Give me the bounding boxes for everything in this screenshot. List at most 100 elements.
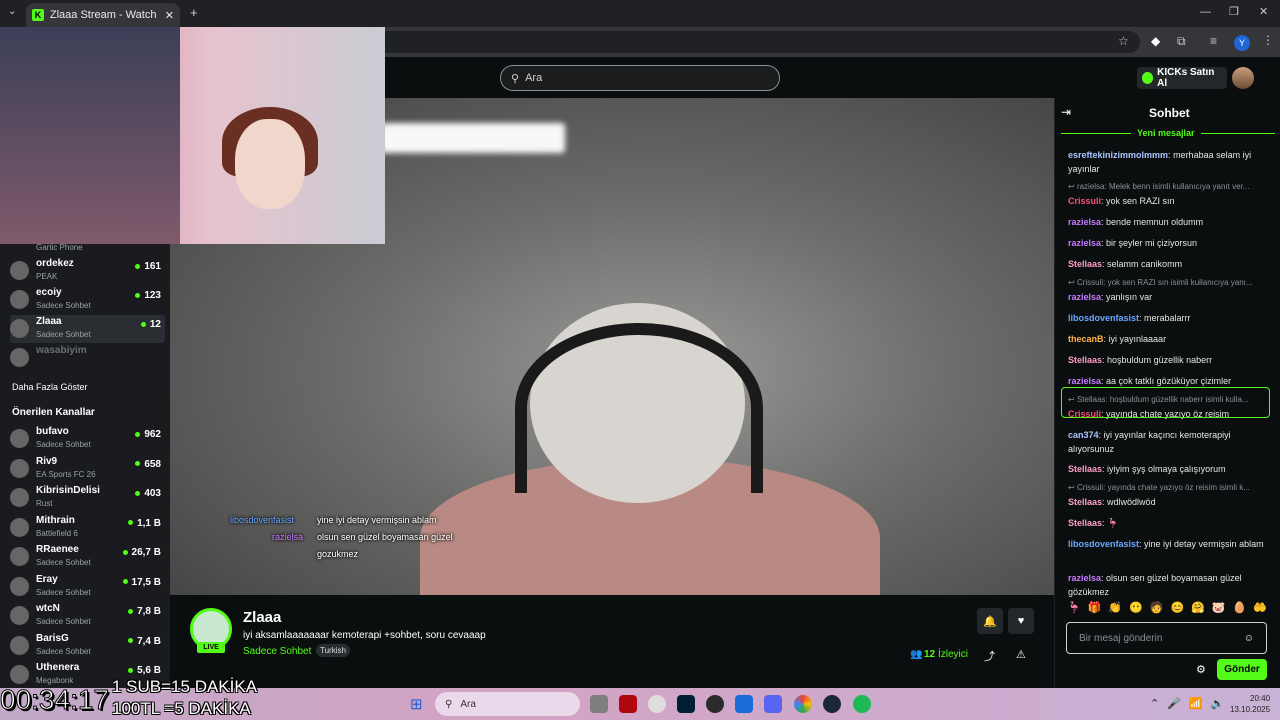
chat-username[interactable]: Stellaas xyxy=(1068,518,1102,528)
chat-message[interactable]: Crissuli: yayında chate yazıyo öz reisim xyxy=(1068,407,1273,421)
chat-username[interactable]: esreftekinizimmolmmm xyxy=(1068,150,1168,160)
chat-username[interactable]: Stellaas xyxy=(1068,259,1102,269)
chat-message[interactable]: razielsa: bende memnun oldumm xyxy=(1068,215,1273,229)
stream-category[interactable]: Sadece Sohbet xyxy=(243,646,311,657)
chat-username[interactable]: Stellaas xyxy=(1068,355,1102,365)
channel-kibrisindelisi[interactable]: KibrisinDelisi Rust 403 xyxy=(10,484,165,512)
emoji-picker-icon[interactable]: ☺ xyxy=(1244,633,1254,644)
channel-zlaaa[interactable]: Zlaaa Sadece Sohbet 12 xyxy=(10,315,165,343)
chat-username[interactable]: razielsa xyxy=(1068,376,1101,386)
channel-wtcn[interactable]: wtcN Sadece Sohbet 7,8 B xyxy=(10,602,165,630)
sub-rate-text: 1 SUB=15 DAKİKA xyxy=(112,677,258,696)
tab-close-icon[interactable]: ✕ xyxy=(165,9,174,22)
notification-bell-button[interactable]: 🔔 xyxy=(977,608,1003,634)
share-icon[interactable]: ⤴ xyxy=(984,648,995,664)
chat-settings-icon[interactable]: ⚙ xyxy=(1196,663,1206,676)
send-button[interactable]: Gönder xyxy=(1217,659,1267,680)
chat-message[interactable]: Stellaas: hoşbuldum güzellik naberr xyxy=(1068,353,1273,367)
chat-username[interactable]: Crissuli xyxy=(1068,409,1101,419)
chat-username[interactable]: Stellaas xyxy=(1068,497,1102,507)
chat-message[interactable]: razielsa: olsun sen güzel boyamasan güze… xyxy=(1068,571,1273,599)
chat-reply-context[interactable]: ↩ Crissuli: yok sen RAZI sın isimli kull… xyxy=(1068,278,1273,287)
chrome-app-icon[interactable] xyxy=(794,695,812,713)
chat-message[interactable]: Stellaas: wdlwödlwöd xyxy=(1068,495,1273,509)
channel-wasabiyim[interactable]: wasabiyim xyxy=(10,344,165,372)
media-icon[interactable]: ≡ xyxy=(1210,34,1217,48)
channel-mithrain[interactable]: Mithrain Battlefield 6 1,1 B xyxy=(10,514,165,542)
bookmark-star-icon[interactable]: ☆ xyxy=(1118,34,1129,48)
chat-message[interactable]: razielsa: bir şeyler mi çiziyorsun xyxy=(1068,236,1273,250)
user-avatar[interactable] xyxy=(1232,67,1254,89)
profile-avatar[interactable]: Y xyxy=(1234,35,1250,51)
channel-eray[interactable]: Eray Sadece Sohbet 17,5 B xyxy=(10,573,165,601)
chat-username[interactable]: can374 xyxy=(1068,430,1099,440)
chat-message[interactable]: libosdovenfasist: yine iyi detay vermişs… xyxy=(1068,537,1273,551)
settings-app-icon[interactable] xyxy=(648,695,666,713)
start-button-icon[interactable]: ⊞ xyxy=(410,695,423,713)
taskbar-search[interactable]: ⚲ Ara xyxy=(435,692,580,716)
taskbar-date[interactable]: 13.10.2025 xyxy=(1230,705,1270,714)
address-bar[interactable] xyxy=(300,31,1140,53)
chat-message[interactable]: Crissuli: yok sen RAZI sın xyxy=(1068,194,1273,208)
chat-text: bir şeyler mi çiziyorsun xyxy=(1106,238,1198,248)
browser-tab[interactable]: K Zlaaa Stream - Watch Live o ✕ xyxy=(26,3,180,27)
chat-message[interactable]: razielsa: aa çok tatklı gözüküyor çiziml… xyxy=(1068,374,1273,388)
chat-message[interactable]: razielsa: yanlışın var xyxy=(1068,290,1273,304)
chat-message-input[interactable]: Bir mesaj gönderin ☺ xyxy=(1066,622,1267,654)
chat-reply-context[interactable]: ↩ Stellaas: hoşbuldum güzellik naberr is… xyxy=(1068,395,1273,404)
channel-avatar xyxy=(10,319,29,338)
streamer-name[interactable]: Zlaaa xyxy=(243,609,281,626)
close-window-icon[interactable]: ✕ xyxy=(1259,5,1268,18)
chat-username[interactable]: razielsa xyxy=(1068,217,1101,227)
language-tag[interactable]: Turkish xyxy=(316,644,350,657)
extension-icon[interactable]: ◆ xyxy=(1151,34,1160,48)
chat-username[interactable]: razielsa xyxy=(1068,238,1101,248)
kicks-buy-button[interactable]: KICKs Satın Al xyxy=(1137,67,1227,89)
netflix-app-icon[interactable] xyxy=(619,695,637,713)
chat-message[interactable]: can374: iyi yayınlar kaçıncı kemoterapiy… xyxy=(1068,428,1273,456)
chat-username[interactable]: Crissuli xyxy=(1068,196,1101,206)
tab-list-chevron-icon[interactable]: ⌄ xyxy=(8,6,16,17)
chat-message[interactable]: esreftekinizimmolmmm: merhabaa selam iyi… xyxy=(1068,148,1273,176)
chat-message[interactable]: thecanB: iyi yayınlaaaar xyxy=(1068,332,1273,346)
channel-bufavo[interactable]: bufavo Sadece Sohbet 962 xyxy=(10,425,165,453)
spotify-app-icon[interactable] xyxy=(853,695,871,713)
report-icon[interactable]: ⚠ xyxy=(1016,648,1026,661)
chat-reply-context[interactable]: ↩ razielsa: Melek benn isimli kullanıcıy… xyxy=(1068,182,1273,191)
chat-username[interactable]: razielsa xyxy=(1068,573,1101,583)
taskbar-time[interactable]: 20:40 xyxy=(1250,694,1270,703)
chat-username[interactable]: libosdovenfasist xyxy=(1068,539,1139,549)
search-input[interactable]: ⚲ Ara xyxy=(500,65,780,91)
chat-message[interactable]: Stellaas: iyiyim şyş olmaya çalışıyorum xyxy=(1068,462,1273,476)
channel-riv9[interactable]: Riv9 EA Sports FC 26 658 xyxy=(10,455,165,483)
puzzle-icon[interactable]: ⧉ xyxy=(1177,34,1186,49)
maximize-icon[interactable]: ❐ xyxy=(1229,5,1239,18)
discord-app-icon[interactable] xyxy=(764,695,782,713)
chat-username[interactable]: thecanB xyxy=(1068,334,1104,344)
emote-bar[interactable]: 🦩🎁👏😶🧑😊🤗🐷🥚🤲 xyxy=(1067,601,1274,614)
browser-menu-icon[interactable]: ⋮ xyxy=(1262,33,1274,47)
chat-username[interactable]: razielsa xyxy=(1068,292,1101,302)
chat-username[interactable]: Stellaas xyxy=(1068,464,1102,474)
channel-rraenee[interactable]: RRaenee Sadece Sohbet 26,7 B xyxy=(10,543,165,571)
channel-ecoiy[interactable]: ecoiy Sadece Sohbet 123 xyxy=(10,286,165,314)
snipping-tool-icon[interactable] xyxy=(735,695,753,713)
chat-reply-context[interactable]: ↩ Crissuli: yayında chate yazıyo öz reis… xyxy=(1068,483,1273,492)
tray-icons[interactable]: ⌃🎤📶🔊 xyxy=(1150,697,1232,710)
chat-message[interactable]: libosdovenfasist: merabalarrr xyxy=(1068,311,1273,325)
collapse-chat-icon[interactable]: ⇥ xyxy=(1061,105,1071,119)
steam-app-icon[interactable] xyxy=(823,695,841,713)
chat-username[interactable]: libosdovenfasist xyxy=(1068,313,1139,323)
files-app-icon[interactable] xyxy=(590,695,608,713)
minimize-icon[interactable]: — xyxy=(1200,6,1211,18)
follow-heart-button[interactable]: ♥ xyxy=(1008,608,1034,634)
chat-message[interactable]: Stellaas: 🦩 xyxy=(1068,516,1273,530)
chat-message[interactable]: Stellaas: selamm canikomm xyxy=(1068,257,1273,271)
channel-ordekez[interactable]: ordekez PEAK 161 xyxy=(10,257,165,285)
viewer-count: 12 xyxy=(924,649,936,660)
photoshop-app-icon[interactable] xyxy=(677,695,695,713)
new-tab-button[interactable]: + xyxy=(190,5,198,20)
obs-app-icon[interactable] xyxy=(706,695,724,713)
show-more-link[interactable]: Daha Fazla Göster xyxy=(12,382,88,392)
channel-barisg[interactable]: BarisG Sadece Sohbet 7,4 B xyxy=(10,632,165,660)
